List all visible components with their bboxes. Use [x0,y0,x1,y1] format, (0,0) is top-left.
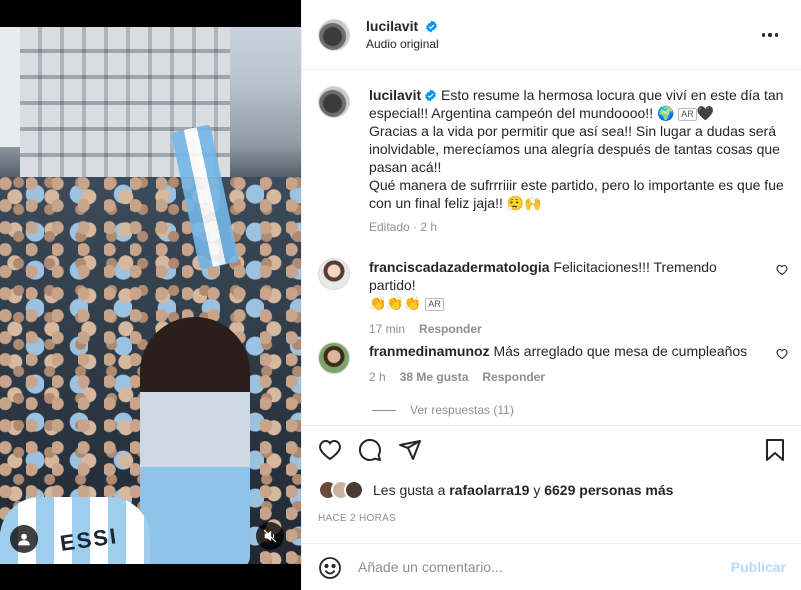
comment-likes[interactable]: 38 Me gusta [400,368,469,386]
comment-like-icon[interactable] [776,348,788,360]
heart-icon[interactable] [318,438,342,462]
caption-heart: 🖤 [696,105,715,121]
fan-figure [140,317,250,564]
reply-button[interactable]: Responder [482,368,545,386]
tagged-users-button[interactable] [10,525,38,553]
comment-username[interactable]: franmedinamunoz [369,343,490,359]
more-icon [761,33,779,37]
post-media[interactable]: ESSI [0,0,301,590]
comment-flag: AR [425,298,444,311]
reply-button[interactable]: Responder [419,320,482,338]
emoji-icon[interactable] [318,556,342,580]
post-header: lucilavit Audio original [302,0,801,70]
publish-button[interactable]: Publicar [731,559,786,575]
caption-meta: Editado · 2 h [369,220,438,234]
likes-user[interactable]: rafaolarra19 [449,482,529,498]
replies-divider [372,409,396,411]
comment-emojis: 👏👏👏 [369,295,422,311]
comment-username[interactable]: franciscadazadermatologia [369,259,550,275]
comment-text: Más arreglado que mesa de cumpleaños [493,343,748,359]
comment-icon[interactable] [358,438,382,462]
likes-count[interactable]: 6629 personas más [544,482,673,498]
likes-summary: Les gusta a rafaolarra19 y 6629 personas… [318,480,673,500]
comments-scroll[interactable]: lucilavit Esto resume la hermosa locura … [302,70,801,425]
post-time[interactable]: HACE 2 HORAS [318,513,396,524]
caption-flag: AR [678,108,697,121]
video-frame[interactable]: ESSI [0,27,301,564]
comment-time: 17 min [369,322,406,336]
mute-button[interactable] [256,522,284,550]
likes-text: Les gusta a rafaolarra19 y 6629 personas… [373,482,673,498]
caption-body: lucilavit Esto resume la hermosa locura … [369,86,784,236]
share-icon[interactable] [398,438,422,462]
verified-icon [426,20,437,33]
caption-avatar[interactable] [318,86,350,118]
comment-like-icon[interactable] [776,264,788,276]
more-options-button[interactable] [758,25,782,45]
comment-composer: Publicar [302,543,801,590]
likes-middle: y [533,482,541,498]
author-username[interactable]: lucilavit [366,18,418,34]
liker-avatar[interactable] [344,480,364,500]
view-replies-label: Ver respuestas (11) [410,403,514,417]
post-actions: Les gusta a rafaolarra19 y 6629 personas… [302,425,801,543]
comment-time: 2 h [369,370,386,384]
caption-text-2: Gracias a la vida por permitir que así s… [369,123,784,211]
bookmark-icon[interactable] [764,438,786,462]
caption-username[interactable]: lucilavit [369,87,421,103]
user-tag-icon [18,533,30,546]
comment-input[interactable] [358,555,718,579]
mute-icon [263,529,277,543]
verified-icon [425,89,436,102]
post-panel: lucilavit Audio original lucilavit Esto … [301,0,801,590]
view-replies-button[interactable]: Ver respuestas (11) [372,403,514,417]
likes-prefix: Les gusta a [373,482,446,498]
audio-label[interactable]: Audio original [366,37,439,51]
comment-body: franciscadazadermatologia Felicitaciones… [369,258,759,338]
comment-body: franmedinamunoz Más arreglado que mesa d… [369,342,759,386]
comment-meta: 17 min Responder [369,320,759,338]
comment-avatar[interactable] [318,258,350,290]
author-avatar[interactable] [318,19,350,51]
comment-avatar[interactable] [318,342,350,374]
comment-meta: 2 h 38 Me gusta Responder [369,368,759,386]
